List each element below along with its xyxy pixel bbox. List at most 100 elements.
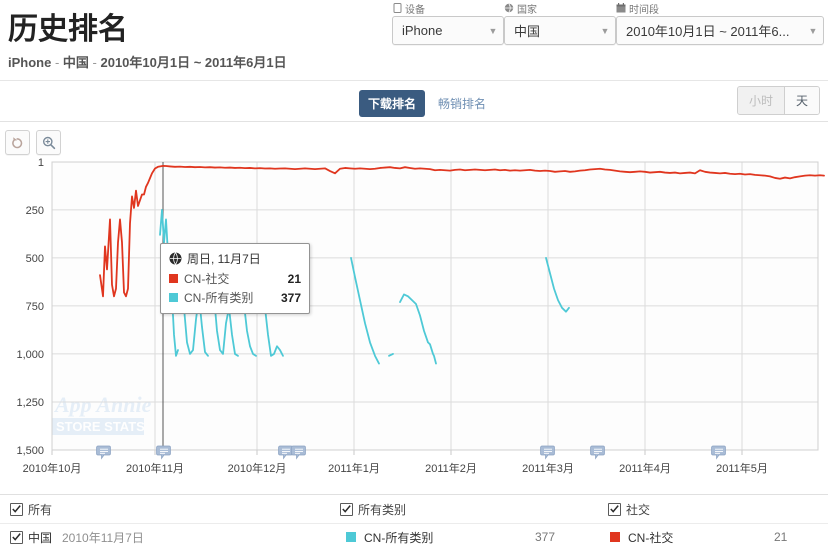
legend-series-value: 377 [535,530,556,544]
x-axis-tick-label: 2011年1月 [328,461,380,475]
x-axis-tick-label: 2010年10月 [23,461,82,475]
tooltip-series-row: CN-所有类别 377 [169,289,301,306]
annotation-marker[interactable] [291,445,306,460]
chevron-down-icon: ▼ [600,25,610,36]
x-axis-tick-label: 2011年2月 [425,461,477,475]
legend-data-row: 中国 2010年11月7日 CN-所有类别 377 CN-社交 21 [0,523,828,551]
page-title: 历史排名 [8,13,128,46]
chart-tooltip: 周日, 11月7日 CN-社交 21 CN-所有类别 377 [160,243,310,314]
checkbox-checked-icon[interactable] [10,530,23,544]
annotation-marker[interactable] [156,445,171,460]
country-select[interactable]: 中国 ▼ [504,16,616,45]
tooltip-date-row: 周日, 11月7日 [169,250,301,267]
series-color-swatch [346,532,356,542]
x-axis-tick-label: 2010年11月 [126,461,184,475]
period-filter: 时间段 2010年10月1日 ~ 2011年6... ▼ [616,2,824,45]
granularity-day-button[interactable]: 天 [783,87,819,114]
device-filter: 设备 iPhone ▼ [392,2,504,45]
granularity-toggle: 小时 天 [736,86,820,115]
x-axis-tick-label: 2011年3月 [522,461,574,475]
chart-tab-bar: 下载排名 畅销排名 [0,80,828,122]
legend-series-name: CN-所有类别 [364,530,434,545]
tooltip-series-row: CN-社交 21 [169,270,301,287]
y-axis-tick-label: 500 [26,253,44,265]
svg-text:App Annie: App Annie [53,392,152,417]
x-axis-tick-label: 2011年5月 [716,461,768,475]
granularity-hour-button[interactable]: 小时 [737,87,784,114]
ranking-type-tabs: 下载排名 畅销排名 [359,90,495,117]
period-select[interactable]: 2010年10月1日 ~ 2011年6... ▼ [616,16,824,45]
globe-icon [169,252,182,265]
legend-date: 2010年11月7日 [62,530,144,545]
country-filter-label-text: 国家 [517,4,537,16]
y-axis-tick-label: 1,500 [16,445,44,457]
period-filter-label: 时间段 [616,2,824,16]
legend-country-cell[interactable]: 中国 [10,523,52,551]
tooltip-series-value: 377 [280,290,301,305]
country-select-value: 中国 [514,24,541,39]
legend-group-all-categories-label: 所有类别 [358,502,407,517]
legend-group-all-label: 所有 [28,502,53,517]
chevron-down-icon: ▼ [488,25,498,36]
y-axis-tick-label: 1 [38,157,44,169]
y-axis-tick-label: 750 [26,301,44,313]
legend-series-value: 21 [774,530,788,544]
series-color-swatch [169,293,178,302]
page-header: 历史排名 iPhone - 中国 - 2010年10月1日 ~ 2011年6月1… [0,0,828,80]
x-axis-tick-label: 2011年4月 [619,461,671,475]
checkbox-checked-icon[interactable] [608,502,621,516]
historical-ranking-page: 历史排名 iPhone - 中国 - 2010年10月1日 ~ 2011年6月1… [0,0,828,550]
subtitle-country: 中国 [62,55,89,70]
undo-icon [11,136,24,149]
page-subtitle: iPhone - 中国 - 2010年10月1日 ~ 2011年6月1日 [8,52,287,71]
historical-rank-chart[interactable]: App Annie STORE STATS 1 250 500 750 1,000 1,250… [0,150,828,490]
tooltip-series-value: 21 [287,271,301,286]
checkbox-checked-icon[interactable] [340,502,353,516]
subtitle-sep-1: - [51,55,63,70]
legend-group-all-categories[interactable]: 所有类别 [340,495,406,523]
globe-icon [504,3,514,13]
y-axis-tick-label: 1,250 [16,397,44,409]
annotation-marker[interactable] [590,445,605,460]
checkbox-checked-icon[interactable] [10,502,23,516]
magnifier-plus-icon [42,136,56,150]
annotation-marker[interactable] [96,445,111,460]
device-icon [392,3,402,13]
chevron-down-icon: ▼ [808,25,818,36]
legend-country-label: 中国 [28,530,53,545]
annotation-marker[interactable] [540,445,555,460]
tooltip-series-name: CN-社交 [184,272,230,286]
series-color-swatch [610,532,620,542]
tab-download-ranking[interactable]: 下载排名 [359,90,426,117]
legend-group-social-label: 社交 [626,502,651,517]
calendar-icon [616,3,626,13]
legend-series-name: CN-社交 [628,530,674,545]
subtitle-sep-2: - [88,55,101,70]
device-filter-label-text: 设备 [405,4,425,16]
chart-legend-table: 所有 所有类别 社交 中国 2010年11月7日 CN-所有类别 377 CN-… [0,494,828,551]
annotation-marker[interactable] [278,445,293,460]
chart-canvas[interactable]: App Annie STORE STATS 1 250 500 750 1,000 1,250… [0,150,828,490]
device-filter-label: 设备 [392,2,504,16]
country-filter-label: 国家 [504,2,616,16]
country-filter: 国家 中国 ▼ [504,2,616,45]
annotation-marker[interactable] [711,445,726,460]
device-select[interactable]: iPhone ▼ [392,16,504,45]
legend-series-all-categories[interactable]: CN-所有类别 [346,523,433,551]
tooltip-date: 周日, 11月7日 [187,252,261,266]
legend-group-all[interactable]: 所有 [10,495,52,523]
subtitle-device: iPhone [8,55,52,70]
period-filter-label-text: 时间段 [629,4,659,16]
tooltip-series-name: CN-所有类别 [184,291,254,305]
period-select-value: 2010年10月1日 ~ 2011年6... [626,24,790,39]
tab-grossing-ranking[interactable]: 畅销排名 [429,90,495,117]
device-select-value: iPhone [402,23,443,38]
svg-text:STORE STATS: STORE STATS [56,419,145,434]
legend-header-row: 所有 所有类别 社交 [0,495,828,524]
watermark: App Annie STORE STATS [52,392,152,435]
y-axis-tick-label: 1,000 [16,349,44,361]
y-axis-tick-label: 250 [26,205,44,217]
legend-group-social[interactable]: 社交 [608,495,650,523]
legend-series-social[interactable]: CN-社交 [610,523,673,551]
series-color-swatch [169,274,178,283]
